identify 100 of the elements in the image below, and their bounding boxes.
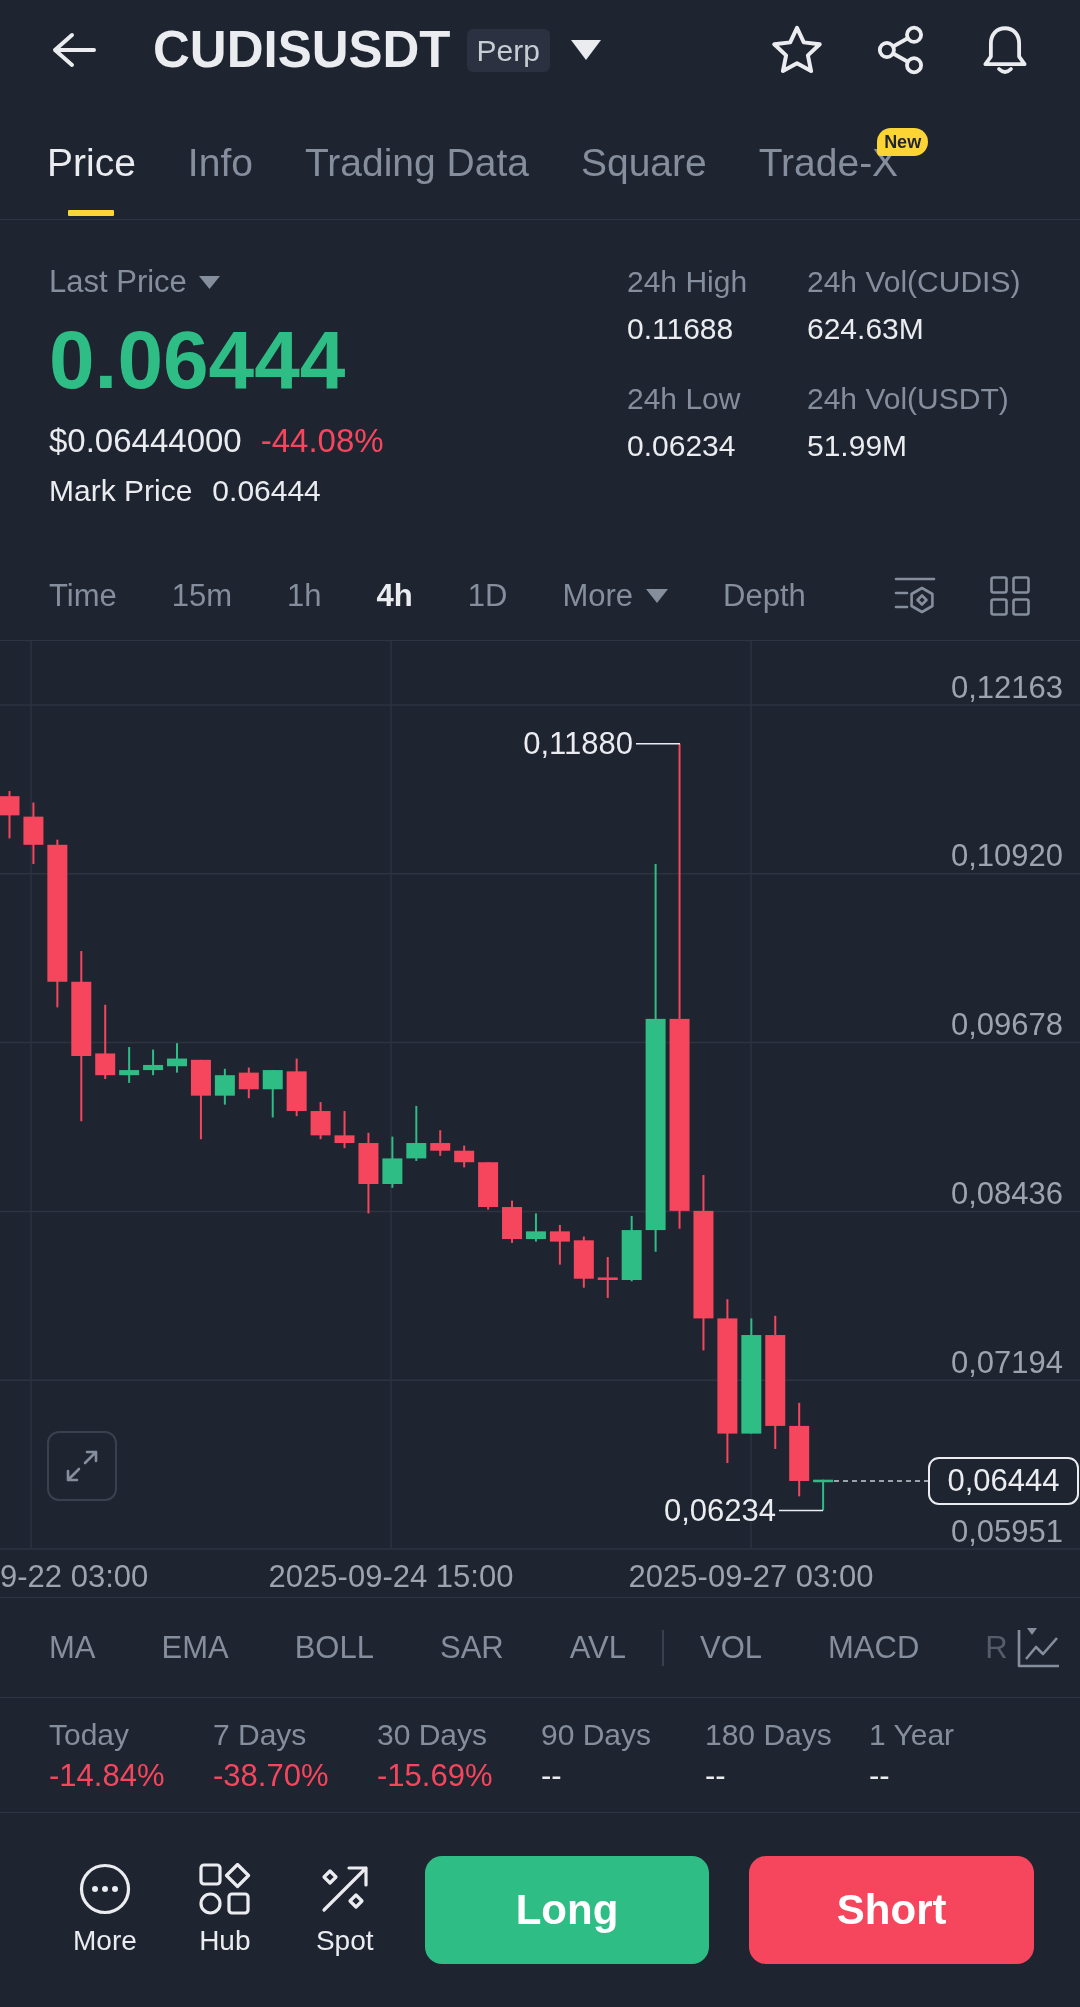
- period-label: 7 Days: [213, 1717, 307, 1753]
- candlestick: [238, 1066, 259, 1100]
- interval-tab[interactable]: 15m: [171, 576, 233, 616]
- period-label: 90 Days: [541, 1717, 652, 1753]
- expand-button[interactable]: [47, 1431, 117, 1501]
- candlestick: [573, 1235, 594, 1289]
- stat-label: 24h High: [627, 264, 748, 300]
- interval-tab[interactable]: Time: [49, 576, 117, 616]
- price-axis-label: 0,12163: [950, 669, 1063, 705]
- short-button[interactable]: Short: [749, 1856, 1034, 1964]
- price-axis-label: 0,09678: [950, 1007, 1063, 1043]
- candlestick: [621, 1215, 642, 1283]
- star-icon[interactable]: [772, 25, 822, 75]
- leader-line: [778, 1509, 824, 1512]
- leader-line: [635, 742, 681, 745]
- stat-label: 24h Vol(CUDIS): [807, 264, 1021, 300]
- indicator-tab[interactable]: AVL: [569, 1627, 626, 1668]
- candlestick: [813, 1478, 834, 1512]
- list-settings-icon[interactable]: [894, 576, 936, 616]
- interval-tab[interactable]: 1h: [287, 576, 322, 616]
- candlestick: [525, 1212, 546, 1243]
- interval-dropdown[interactable]: More: [562, 576, 668, 616]
- period-change: -14.84%: [49, 1757, 165, 1795]
- low-price-label: 0,06234: [663, 1492, 776, 1528]
- candlestick: [406, 1104, 427, 1162]
- candlestick: [214, 1067, 235, 1106]
- stat-label: 24h Low: [627, 381, 741, 417]
- candlestick: [430, 1129, 451, 1157]
- new-badge: New: [877, 128, 929, 156]
- candlestick: [597, 1255, 618, 1299]
- usd-price: $0.06444000: [49, 421, 242, 461]
- period-change: -15.69%: [377, 1757, 493, 1795]
- last-price-tag: 0,06444: [928, 1456, 1079, 1505]
- tab[interactable]: Trading Data: [304, 140, 529, 216]
- mark-price-label: Mark Price: [49, 473, 193, 509]
- indicator-tab[interactable]: MA: [49, 1627, 96, 1668]
- candlestick: [119, 1046, 140, 1084]
- indicator-tab[interactable]: MACD: [828, 1627, 920, 1668]
- interval-tab[interactable]: 4h: [376, 576, 413, 616]
- action-button[interactable]: Spot: [304, 1862, 385, 1958]
- period-label: 1 Year: [869, 1717, 955, 1753]
- tab[interactable]: Info: [187, 140, 253, 216]
- candlestick: [23, 801, 44, 865]
- period-change: --: [705, 1757, 726, 1795]
- price-change: -44.08%: [260, 421, 384, 461]
- period-label: 180 Days: [705, 1717, 832, 1753]
- period-label: Today: [49, 1717, 130, 1753]
- interval-tab[interactable]: Depth: [723, 576, 806, 616]
- period-change: -38.70%: [213, 1757, 329, 1795]
- price-type-selector[interactable]: Last Price: [49, 262, 220, 302]
- price-axis-label: 0,05951: [950, 1513, 1063, 1549]
- indicator-tab[interactable]: SAR: [439, 1627, 504, 1668]
- grid-icon[interactable]: [990, 576, 1030, 616]
- action-button[interactable]: More: [65, 1862, 145, 1958]
- price-axis-label: 0,10920: [950, 838, 1063, 874]
- stat-value: 624.63M: [807, 311, 924, 347]
- candlestick: [0, 790, 20, 840]
- share-icon[interactable]: [876, 25, 926, 75]
- tab[interactable]: Price: [47, 140, 136, 216]
- candlestick: [454, 1144, 475, 1169]
- long-button[interactable]: Long: [424, 1856, 710, 1964]
- candlestick: [286, 1057, 307, 1118]
- time-axis-label: 2025-09-24 15:00: [268, 1558, 514, 1594]
- tab[interactable]: Square: [580, 140, 707, 216]
- contract-type-tag: Perp: [466, 28, 550, 72]
- candlestick: [143, 1048, 164, 1077]
- candlestick: [262, 1069, 283, 1119]
- caret-down-icon[interactable]: [570, 40, 601, 60]
- period-change: --: [869, 1757, 890, 1795]
- indicator-tab[interactable]: VOL: [700, 1627, 763, 1668]
- time-axis-label: 9-22 03:00: [0, 1558, 149, 1594]
- more-icon: [78, 1862, 131, 1915]
- back-arrow-icon[interactable]: [52, 32, 96, 68]
- action-button[interactable]: Hub: [184, 1862, 265, 1958]
- stat-label: 24h Vol(USDT): [807, 381, 1009, 417]
- period-change: --: [541, 1757, 562, 1795]
- stat-value: 0.11688: [627, 311, 734, 347]
- indicator-tab[interactable]: BOLL: [294, 1627, 374, 1668]
- time-axis-label: 2025-09-27 03:00: [628, 1558, 874, 1594]
- indicator-tab[interactable]: EMA: [161, 1627, 229, 1668]
- candlestick: [502, 1199, 523, 1244]
- candlestick: [334, 1110, 355, 1150]
- candlestick: [478, 1161, 499, 1211]
- expand-icon: [64, 1448, 100, 1484]
- stat-value: 0.06234: [627, 428, 736, 464]
- shapes-icon: [198, 1862, 251, 1915]
- price-axis-label: 0,08436: [950, 1175, 1063, 1211]
- high-price-label: 0,11880: [523, 726, 633, 762]
- candlestick: [167, 1042, 187, 1074]
- last-price: 0.06444: [49, 315, 346, 405]
- pair-title: CUDISUSDT: [153, 20, 451, 80]
- period-label: 30 Days: [377, 1717, 488, 1753]
- candlestick: [382, 1135, 403, 1189]
- line-chart-icon[interactable]: [1015, 1626, 1060, 1669]
- price-axis-label: 0,07194: [950, 1344, 1063, 1380]
- mark-price: 0.06444: [212, 473, 321, 509]
- candlestick: [310, 1101, 331, 1141]
- interval-tab[interactable]: 1D: [467, 576, 508, 616]
- candlestick: [549, 1223, 570, 1266]
- stat-value: 51.99M: [807, 428, 908, 464]
